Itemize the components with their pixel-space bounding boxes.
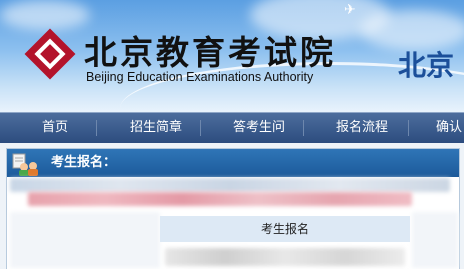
nav-item-confirm[interactable]: 确认 [436,113,462,143]
header-banner: ✈ 北京教育考试院 Beijing Education Examinations… [0,0,464,112]
nav-item-faq[interactable]: 答考生问 [233,113,285,143]
panel-title: 考生报名： [51,155,117,170]
nav-item-admission-guide[interactable]: 招生简章 [130,113,182,143]
nav-divider [408,120,409,136]
obscured-row [10,178,450,192]
site-title-cn: 北京教育考试院 [84,33,336,72]
bjeea-logo-icon [24,28,76,80]
table-header-registration: 考生报名 [160,216,410,242]
site-title-en: Beijing Education Examinations Authority [86,70,314,84]
nav-item-home[interactable]: 首页 [42,113,68,143]
users-icon [12,153,38,176]
nav-item-registration-process[interactable]: 报名流程 [336,113,388,143]
nav-divider [200,120,201,136]
main-nav: 首页 招生简章 答考生问 报名流程 确认 [0,112,464,143]
nav-divider [96,120,97,136]
obscured-row [28,192,412,206]
bird-icon: ✈ [344,2,356,18]
obscured-area [10,212,160,268]
nav-divider [303,120,304,136]
banner-right-text: 北京 [398,49,455,82]
obscured-row [165,248,405,266]
panel-header: 考生报名： [7,149,459,177]
obscured-area [412,212,458,268]
